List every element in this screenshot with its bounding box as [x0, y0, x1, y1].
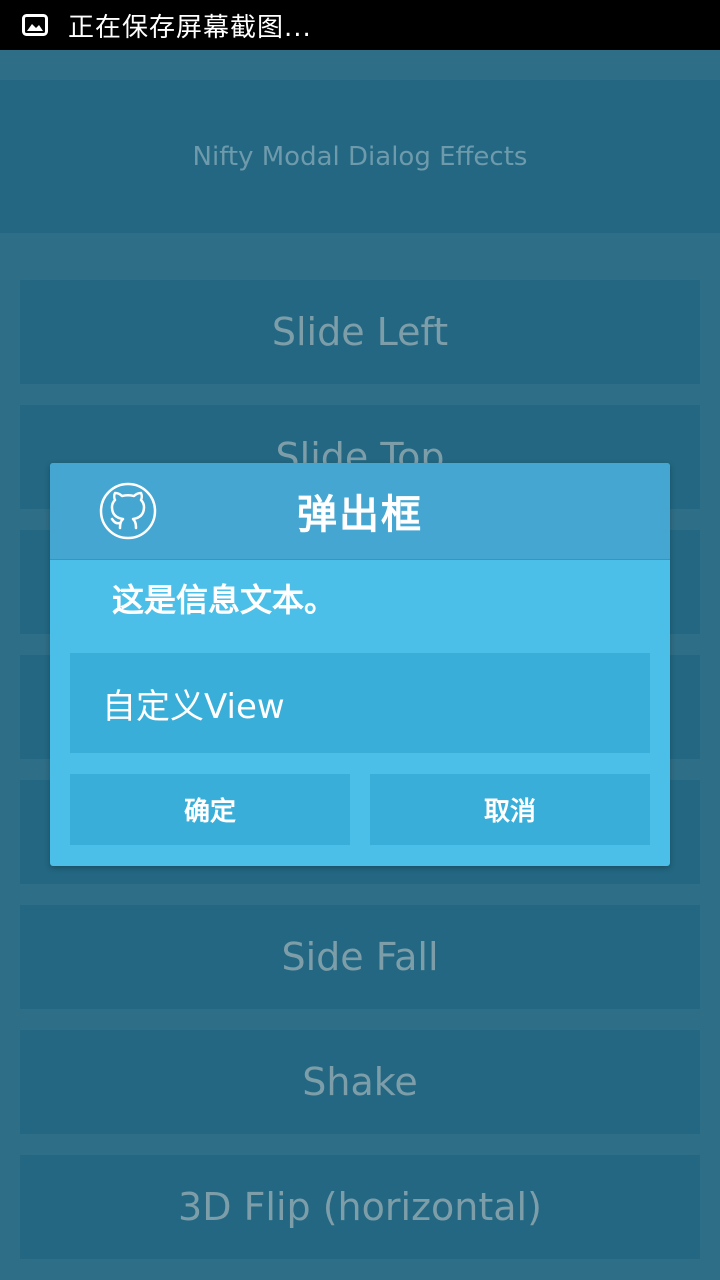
- dialog-title: 弹出框: [297, 492, 423, 538]
- custom-view: 自定义View: [70, 653, 650, 753]
- custom-view-label: 自定义View: [102, 686, 285, 727]
- list-button-shake[interactable]: Shake: [20, 1030, 700, 1134]
- list-button-slide-left[interactable]: Slide Left: [20, 280, 700, 384]
- app-header: Nifty Modal Dialog Effects: [0, 80, 720, 233]
- image-icon: [22, 14, 48, 36]
- page-title: Nifty Modal Dialog Effects: [192, 141, 528, 172]
- list-button-side-fall[interactable]: Side Fall: [20, 905, 700, 1009]
- list-button-3d-flip-horizontal[interactable]: 3D Flip (horizontal): [20, 1155, 700, 1259]
- dialog-header: 弹出框: [50, 463, 670, 560]
- ok-button[interactable]: 确定: [70, 774, 350, 845]
- status-text: 正在保存屏幕截图...: [68, 12, 312, 43]
- modal-dialog: 弹出框 这是信息文本。 自定义View 确定 取消: [50, 463, 670, 866]
- cancel-button[interactable]: 取消: [370, 774, 650, 845]
- dialog-message: 这是信息文本。: [112, 581, 337, 619]
- status-bar: 正在保存屏幕截图...: [0, 0, 720, 50]
